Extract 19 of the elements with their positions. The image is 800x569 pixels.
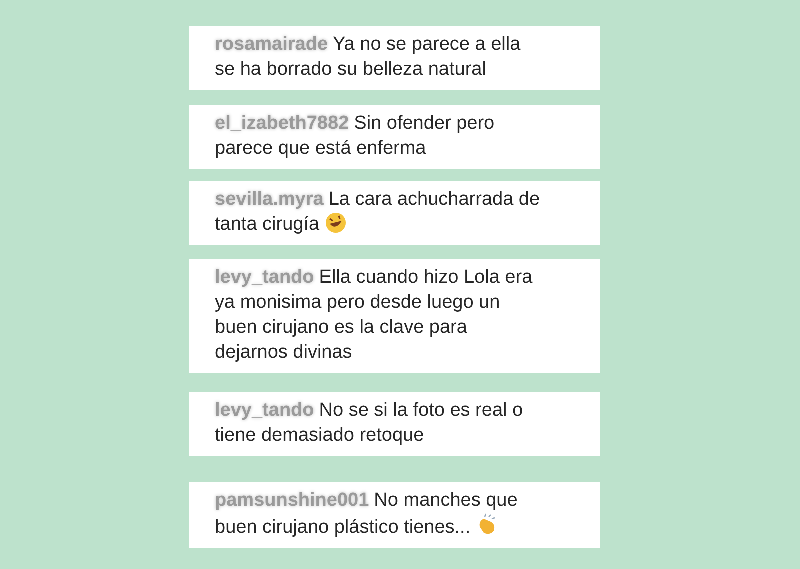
username[interactable]: rosamairade [215,34,328,55]
comment-text: Ya no se parece a ella [333,34,521,55]
comment-text: buen cirujano plástico tienes... [215,517,471,538]
comment-text: tiene demasiado retoque [215,425,424,446]
comment-text: No manches que [374,490,518,511]
username[interactable]: sevilla.myra [215,189,324,210]
comment-text: tanta cirugía [215,214,320,235]
comment-text: ya monisima pero desde luego un buen cirujano es la clave para dejarnos divinas [215,292,500,363]
comment-text: Ella cuando hizo Lola era [319,267,533,288]
username[interactable]: pamsunshine001 [215,490,370,511]
comment-text: No se si la foto es real o [319,400,524,421]
username[interactable]: levy_tando [215,400,314,421]
comment-text: parece que está enferma [215,138,426,159]
comment-text: se ha borrado su belleza natural [215,59,486,80]
comment-text: Sin ofender pero [354,113,495,134]
comment-text: La cara achucharrada de [328,189,540,210]
username[interactable]: el_izabeth7882 [215,113,350,134]
username[interactable]: levy_tando [215,267,314,288]
laughing-emoji-icon [324,212,347,234]
